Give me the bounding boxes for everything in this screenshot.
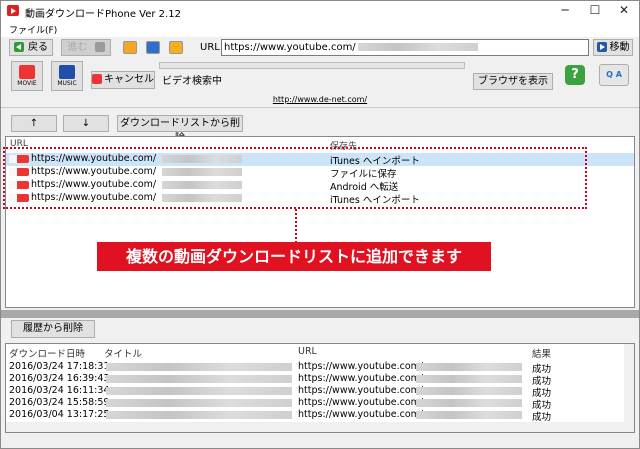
title-redacted <box>106 399 292 407</box>
header-title[interactable]: タイトル <box>104 346 142 360</box>
cancel-button[interactable]: キャンセル <box>91 71 155 89</box>
music-button[interactable]: MUSIC <box>51 61 83 91</box>
cancel-icon <box>92 74 102 84</box>
movie-label: MOVIE <box>17 80 37 87</box>
url-redacted <box>416 411 522 419</box>
table-row[interactable]: 2016/03/24 15:58:59 https://www.youtube.… <box>6 397 624 411</box>
window-title: 動画ダウンロードPhone Ver 2.12 <box>25 9 181 20</box>
forward-button[interactable]: 進む <box>61 39 111 56</box>
panel-splitter[interactable] <box>1 310 639 318</box>
status-bar <box>1 435 639 449</box>
url-input[interactable]: https://www.youtube.com/ <box>221 39 589 56</box>
website-link[interactable]: http://www.de-net.com/ <box>1 95 639 104</box>
url-redacted <box>416 363 522 371</box>
title-bar: 動画ダウンロードPhone Ver 2.12 ─ ☐ ✕ <box>1 1 639 21</box>
row-date: 2016/03/24 15:58:59 <box>9 397 110 408</box>
title-redacted <box>106 387 292 395</box>
table-row[interactable]: 2016/03/24 17:18:31 https://www.youtube.… <box>6 361 624 375</box>
back-label: 戻る <box>28 42 48 53</box>
remove-from-list-button[interactable]: ダウンロードリストから削除 <box>117 115 243 144</box>
help-glyph: ? <box>571 67 579 82</box>
row-date: 2016/03/24 17:18:31 <box>9 361 110 372</box>
go-arrow-icon <box>596 42 607 52</box>
header-url[interactable]: URL <box>298 346 317 357</box>
history-horizontal-scrollbar[interactable] <box>6 422 624 432</box>
back-arrow-icon <box>14 42 24 52</box>
header-result[interactable]: 結果 <box>532 346 551 360</box>
app-window: 動画ダウンロードPhone Ver 2.12 ─ ☐ ✕ ファイル(F) 戻る … <box>0 0 640 449</box>
header-date[interactable]: ダウンロード日時 <box>9 346 85 360</box>
history-header: ダウンロード日時 タイトル URL 結果 <box>6 346 624 360</box>
music-label: MUSIC <box>57 80 77 87</box>
row-result: 成功 <box>532 412 552 423</box>
music-icon <box>59 65 75 79</box>
row-date: 2016/03/04 13:17:25 <box>9 409 110 420</box>
title-redacted <box>106 363 292 371</box>
history-vertical-scrollbar[interactable] <box>624 344 634 432</box>
annotation-highlight-box <box>3 147 587 209</box>
forward-arrow-icon <box>94 42 105 52</box>
qa-label: Q A <box>606 70 622 79</box>
upload-icon[interactable] <box>169 41 183 54</box>
back-button[interactable]: 戻る <box>9 39 53 56</box>
forward-label: 進む <box>67 42 88 53</box>
help-icon[interactable]: ? <box>565 65 585 85</box>
row-url: https://www.youtube.com/ <box>298 373 424 384</box>
refresh-icon[interactable] <box>146 41 160 54</box>
go-button[interactable]: 移動 <box>593 39 633 56</box>
title-redacted <box>106 411 292 419</box>
annotation-connector <box>295 209 297 243</box>
movie-button[interactable]: MOVIE <box>11 61 43 91</box>
row-url: https://www.youtube.com/ <box>298 397 424 408</box>
table-row[interactable]: 2016/03/24 16:11:34 https://www.youtube.… <box>6 385 624 399</box>
app-logo-icon <box>7 5 19 16</box>
movie-icon <box>19 65 35 79</box>
delete-history-button[interactable]: 履歴から削除 <box>11 320 95 338</box>
close-button[interactable]: ✕ <box>609 1 639 21</box>
url-value: https://www.youtube.com/ <box>224 42 356 53</box>
maximize-button[interactable]: ☐ <box>580 1 610 21</box>
progress-bar <box>159 62 465 69</box>
row-url: https://www.youtube.com/ <box>298 409 424 420</box>
cancel-label: キャンセル <box>104 74 154 85</box>
status-text: ビデオ検索中 <box>162 76 222 87</box>
row-url: https://www.youtube.com/ <box>298 361 424 372</box>
url-redacted <box>416 399 522 407</box>
table-row[interactable]: 2016/03/24 16:39:43 https://www.youtube.… <box>6 373 624 387</box>
move-down-button[interactable]: ↓ <box>63 115 109 132</box>
annotation-banner: 複数の動画ダウンロードリストに追加できます <box>97 242 491 271</box>
go-label: 移動 <box>609 42 630 53</box>
home-icon[interactable] <box>123 41 137 54</box>
url-label: URL <box>200 42 220 53</box>
table-row[interactable]: 2016/03/04 13:17:25 https://www.youtube.… <box>6 409 624 423</box>
minimize-button[interactable]: ─ <box>550 1 580 21</box>
row-date: 2016/03/24 16:11:34 <box>9 385 110 396</box>
menu-file[interactable]: ファイル(F) <box>9 23 57 36</box>
qa-icon[interactable]: Q A <box>599 64 629 86</box>
url-redacted <box>357 43 478 51</box>
url-redacted <box>416 387 522 395</box>
history-table[interactable]: ダウンロード日時 タイトル URL 結果 2016/03/24 17:18:31… <box>5 343 635 433</box>
menu-bar: ファイル(F) <box>1 21 639 37</box>
title-redacted <box>106 375 292 383</box>
row-date: 2016/03/24 16:39:43 <box>9 373 110 384</box>
move-up-button[interactable]: ↑ <box>11 115 57 132</box>
url-redacted <box>416 375 522 383</box>
show-browser-button[interactable]: ブラウザを表示 <box>473 73 553 90</box>
divider <box>1 107 639 108</box>
row-url: https://www.youtube.com/ <box>298 385 424 396</box>
